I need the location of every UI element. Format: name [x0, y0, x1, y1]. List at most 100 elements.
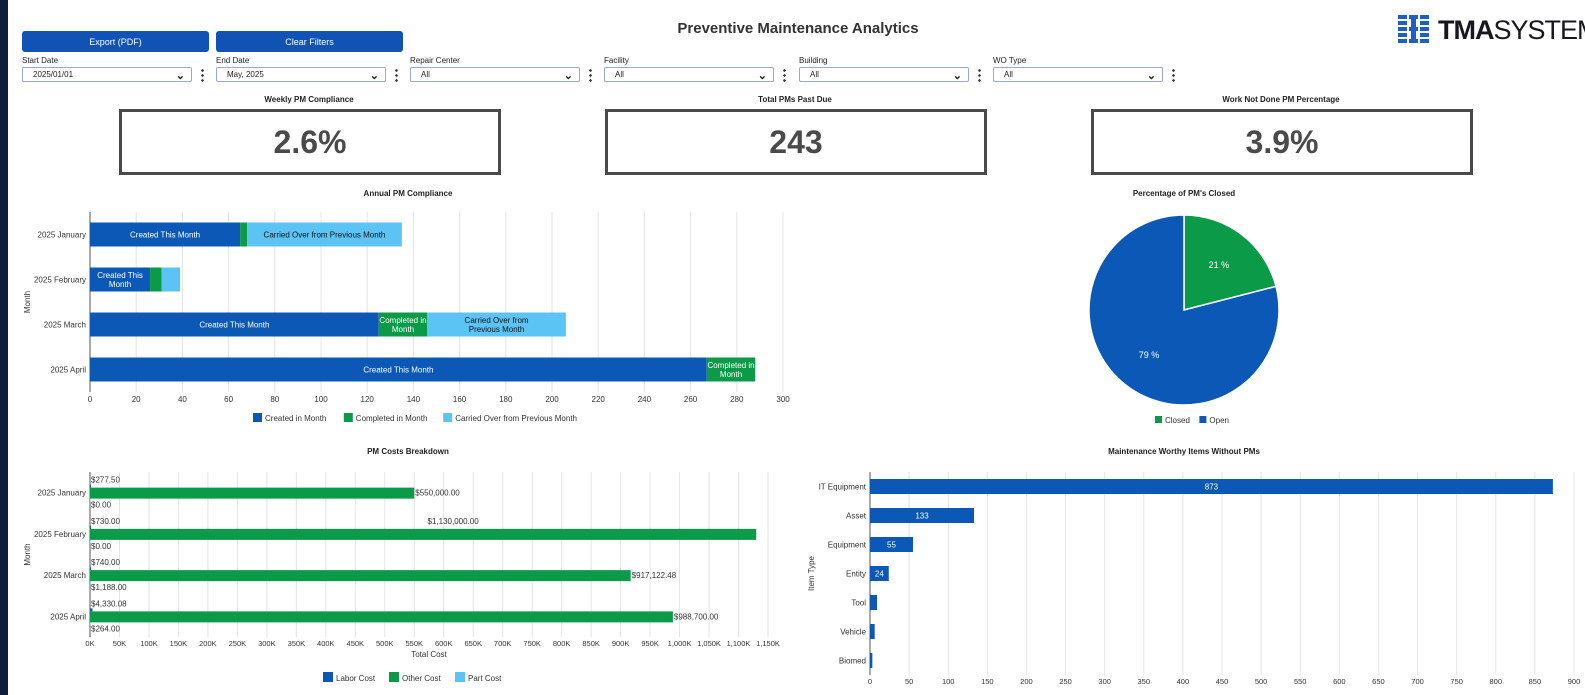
y-tick-label: Equipment	[828, 541, 867, 550]
chevron-down-icon: ⌄	[1146, 70, 1156, 82]
bar-label-part: $0.00	[91, 542, 112, 551]
chevron-down-icon: ⌄	[757, 70, 767, 82]
legend-label: Part Cost	[468, 674, 502, 683]
x-tick-label: 100	[942, 677, 955, 686]
x-tick-label: 550K	[405, 639, 423, 648]
annual-chart-title: Annual PM Compliance	[363, 189, 453, 198]
legend-swatch	[343, 413, 353, 422]
y-axis-label: Item Type	[807, 555, 816, 591]
dashboard: Export (PDF) Clear Filters Preventive Ma…	[8, 0, 1585, 695]
bar-label: Carried Over from Previous Month	[465, 316, 529, 334]
y-tick-label: 2025 March	[44, 321, 86, 330]
x-tick-label: 500K	[376, 639, 394, 648]
y-tick-label: Vehicle	[840, 628, 866, 637]
x-tick-label: 600	[1333, 677, 1346, 686]
x-tick-label: 0K	[85, 639, 94, 648]
filter-label: Repair Center	[410, 56, 460, 65]
x-tick-label: 200K	[199, 639, 217, 648]
x-tick-label: 900K	[612, 639, 630, 648]
x-tick-label: 850K	[582, 639, 600, 648]
bar-label-part: $1,188.00	[91, 583, 127, 592]
legend-label: Created in Month	[265, 414, 326, 423]
legend-label: Open	[1209, 416, 1229, 425]
legend-swatch	[1155, 416, 1162, 423]
wo-type-select[interactable]: All ⌄	[993, 67, 1163, 82]
chevron-down-icon: ⌄	[563, 70, 573, 82]
x-tick-label: 350	[1138, 677, 1151, 686]
bar-other	[90, 528, 757, 540]
logo-wordmark: TMASYSTEMS	[1438, 14, 1585, 45]
legend-swatch	[323, 672, 333, 682]
bar-label: Created This Month	[199, 321, 269, 330]
y-tick-label: 2025 January	[38, 489, 86, 498]
more-options-icon[interactable]	[1172, 68, 1175, 82]
x-tick-label: 50	[905, 677, 913, 686]
x-tick-label: 1,100K	[727, 639, 751, 648]
y-tick-label: 2025 April	[50, 612, 86, 621]
x-tick-label: 400	[1177, 677, 1190, 686]
more-options-icon[interactable]	[978, 68, 981, 82]
filter-label: Start Date	[22, 56, 59, 65]
clear-filters-button[interactable]: Clear Filters	[216, 31, 403, 52]
x-tick-label: 150	[981, 677, 994, 686]
bar-label: Created This Month	[363, 366, 433, 375]
kpi-weekly-compliance: 2.6%	[119, 109, 501, 175]
filter-end-date: End Date May, 2025 ⌄	[216, 56, 406, 82]
x-tick-label: 100	[314, 395, 328, 404]
x-tick-label: 450K	[347, 639, 365, 648]
bar-label-other: $988,700.00	[674, 612, 719, 621]
filter-label: Facility	[604, 56, 629, 65]
x-axis-label: Total Cost	[411, 650, 447, 659]
x-tick-label: 180	[499, 395, 513, 404]
filter-wo-type: WO Type All ⌄	[993, 56, 1183, 82]
more-options-icon[interactable]	[589, 68, 592, 82]
pie-slice-label: 79 %	[1139, 350, 1160, 360]
x-tick-label: 250	[1059, 677, 1072, 686]
kpi-work-not-done: 3.9%	[1091, 109, 1473, 175]
x-tick-label: 650K	[464, 639, 482, 648]
y-axis-label: Month	[23, 291, 32, 313]
chevron-down-icon: ⌄	[952, 70, 962, 82]
end-date-select[interactable]: May, 2025 ⌄	[216, 67, 386, 82]
chevron-down-icon: ⌄	[369, 70, 379, 82]
x-tick-label: 140	[407, 395, 421, 404]
x-tick-label: 160	[453, 395, 467, 404]
y-tick-label: 2025 February	[34, 276, 86, 285]
more-options-icon[interactable]	[201, 68, 204, 82]
y-tick-label: 2025 March	[44, 571, 86, 580]
start-date-select[interactable]: 2025/01/01 ⌄	[22, 67, 192, 82]
x-tick-label: 120	[361, 395, 375, 404]
more-options-icon[interactable]	[395, 68, 398, 82]
building-select[interactable]: All ⌄	[799, 67, 969, 82]
kpi-title-work-not-done: Work Not Done PM Percentage	[1222, 95, 1340, 104]
x-tick-label: 850	[1529, 677, 1542, 686]
x-tick-label: 0	[88, 395, 93, 404]
x-tick-label: 80	[270, 395, 279, 404]
y-tick-label: 2025 January	[38, 231, 86, 240]
items-chart-title: Maintenance Worthy Items Without PMs	[1108, 447, 1260, 456]
bar-label: 24	[875, 570, 884, 579]
filter-label: WO Type	[993, 56, 1027, 65]
x-tick-label: 60	[224, 395, 233, 404]
costs-chart-title: PM Costs Breakdown	[367, 447, 449, 456]
bar-label-labor: $730.00	[91, 517, 120, 526]
pm-costs-chart: 0K 50K 100K 150K 200K 250K 300K 350K 400K 450K 500…	[23, 472, 780, 683]
bar-labor	[90, 567, 91, 571]
x-tick-label: 1,000K	[668, 639, 692, 648]
y-tick-label: IT Equipment	[819, 483, 867, 492]
x-tick-label: 200	[545, 395, 559, 404]
bar-label-other: $917,122.48	[632, 571, 677, 580]
x-tick-label: 150K	[170, 639, 188, 648]
export-pdf-button[interactable]: Export (PDF)	[22, 31, 209, 52]
y-tick-label: 2025 February	[34, 530, 86, 539]
x-tick-label: 40	[178, 395, 187, 404]
y-tick-label: Biomed	[839, 657, 866, 666]
repair-center-select[interactable]: All ⌄	[410, 67, 580, 82]
bar-other	[90, 487, 415, 499]
pie-chart-title: Percentage of PM's Closed	[1132, 189, 1236, 198]
filter-label: Building	[799, 56, 828, 65]
facility-select[interactable]: All ⌄	[604, 67, 774, 82]
more-options-icon[interactable]	[783, 68, 786, 82]
x-tick-label: 220	[592, 395, 606, 404]
y-tick-label: Tool	[851, 599, 866, 608]
